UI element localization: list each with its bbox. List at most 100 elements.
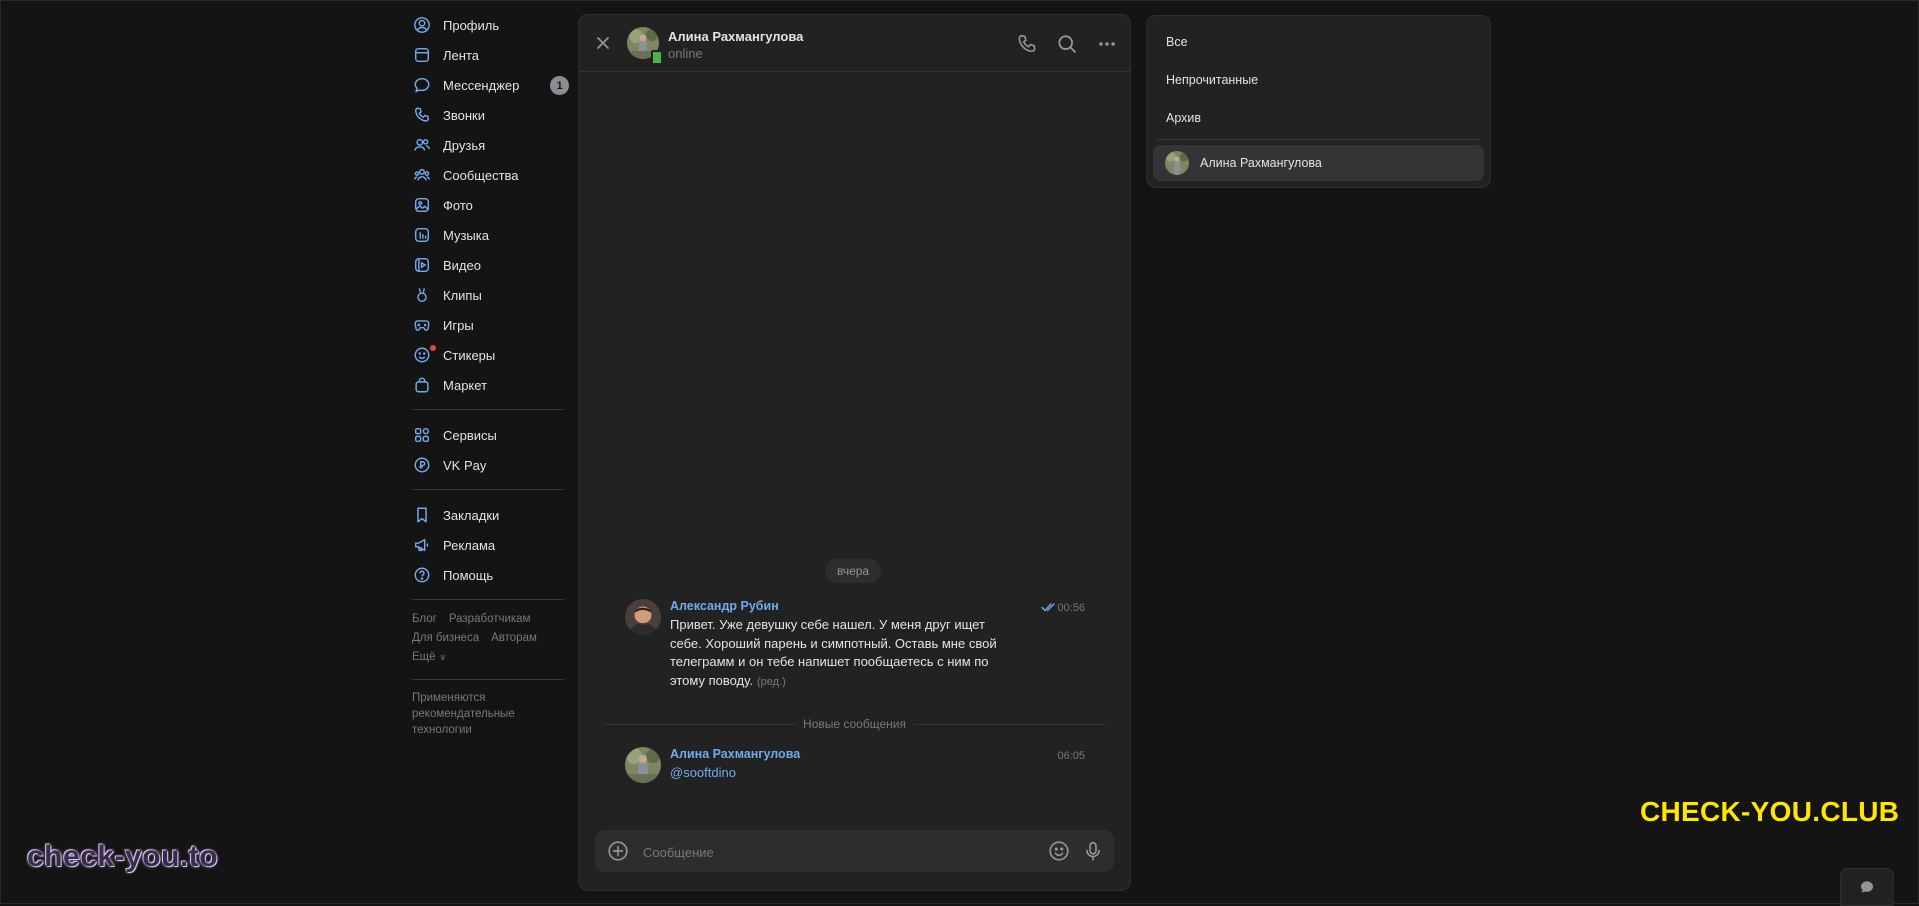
- communities-icon: [412, 165, 432, 185]
- emoji-icon[interactable]: [1048, 840, 1070, 862]
- sidebar-item-label: Помощь: [443, 567, 494, 583]
- message-time[interactable]: 00:56: [1057, 602, 1085, 614]
- message-text: Привет. Уже девушку себе нашел. У меня д…: [670, 616, 1020, 691]
- chat-window: Алина Рахмангулова online вчера Александ…: [578, 14, 1131, 891]
- message-time[interactable]: 06:05: [1057, 750, 1085, 762]
- footer-link-more-label: Ещё: [412, 651, 436, 663]
- sidebar-item-communities[interactable]: Сообщества: [412, 160, 572, 190]
- sidebar-item-label: Музыка: [443, 227, 489, 243]
- message-item: Александр Рубин 00:56 Привет. Уже девушк…: [625, 599, 1085, 699]
- sidebar-item-clips[interactable]: Клипы: [412, 280, 572, 310]
- sidebar-item-video[interactable]: Видео: [412, 250, 572, 280]
- chat-bubble-icon: [1859, 879, 1875, 895]
- sidebar-item-calls[interactable]: Звонки: [412, 100, 572, 130]
- footer-link-business[interactable]: Для бизнеса: [412, 632, 479, 644]
- sidebar-item-label: Друзья: [443, 137, 486, 153]
- sidebar-item-label: Лента: [443, 47, 479, 63]
- footer-link-developers[interactable]: Разработчикам: [449, 613, 531, 625]
- sidebar-item-label: Видео: [443, 257, 481, 273]
- sidebar-item-label: Звонки: [443, 107, 485, 123]
- filter-unread[interactable]: Непрочитанные: [1166, 73, 1258, 87]
- footer-link-authors[interactable]: Авторам: [491, 632, 537, 644]
- new-messages-divider: Новые сообщения: [603, 717, 1106, 731]
- footer-link-blog[interactable]: Блог: [412, 613, 437, 625]
- chevron-down-icon: ∨: [439, 652, 447, 662]
- filter-archive[interactable]: Архив: [1166, 111, 1201, 125]
- message-item: Алина Рахмангулова 06:05 @sooftdino: [625, 747, 1085, 791]
- message-input[interactable]: [641, 838, 1005, 866]
- new-indicator-dot: [430, 345, 436, 351]
- conversation-item-active[interactable]: Алина Рахмангулова: [1153, 145, 1484, 181]
- phone-icon: [412, 105, 432, 125]
- market-bag-icon: [412, 375, 432, 395]
- sidebar-item-messenger[interactable]: Мессенджер 1: [412, 70, 572, 100]
- chat-title[interactable]: Алина Рахмангулова: [668, 29, 803, 44]
- gamepad-icon: [412, 315, 432, 335]
- avatar: [1165, 151, 1189, 175]
- sidebar-item-label: Профиль: [443, 17, 500, 33]
- conversation-filters: Все Непрочитанные Архив Алина Рахмангуло…: [1146, 15, 1491, 188]
- conversation-name: Алина Рахмангулова: [1200, 156, 1322, 170]
- sidebar-item-label: Фото: [443, 197, 473, 213]
- chat-header: Алина Рахмангулова online: [579, 15, 1130, 72]
- clips-icon: [412, 285, 432, 305]
- left-sidebar: Профиль Лента Мессенджер 1 Звонки Друзья…: [412, 10, 572, 738]
- bookmark-icon: [412, 505, 432, 525]
- music-icon: [412, 225, 432, 245]
- services-grid-icon: [412, 425, 432, 445]
- close-icon[interactable]: [593, 33, 613, 53]
- sidebar-item-music[interactable]: Музыка: [412, 220, 572, 250]
- sidebar-item-profile[interactable]: Профиль: [412, 10, 572, 40]
- message-body: Привет. Уже девушку себе нашел. У меня д…: [670, 617, 997, 688]
- help-icon: [412, 565, 432, 585]
- watermark-left: check-you.to: [27, 840, 219, 873]
- unread-count-badge: 1: [550, 76, 569, 95]
- sidebar-item-label: Стикеры: [443, 347, 496, 363]
- message-author[interactable]: Алина Рахмангулова: [670, 747, 800, 761]
- message-icon: [412, 75, 432, 95]
- mobile-online-indicator: [651, 50, 663, 65]
- attach-plus-icon[interactable]: [607, 840, 629, 862]
- edited-mark: (ред.): [756, 675, 786, 688]
- message-composer: [595, 830, 1114, 872]
- message-text: @sooftdino: [670, 764, 1020, 783]
- sidebar-item-services[interactable]: Сервисы: [412, 420, 572, 450]
- sidebar-item-help[interactable]: Помощь: [412, 560, 572, 590]
- friends-icon: [412, 135, 432, 155]
- call-phone-icon[interactable]: [1016, 33, 1038, 55]
- chat-bubble-button[interactable]: [1840, 868, 1894, 906]
- read-double-check-icon: [1041, 601, 1057, 613]
- date-separator: вчера: [825, 559, 882, 583]
- more-dots-icon[interactable]: [1096, 33, 1118, 55]
- sidebar-item-market[interactable]: Маркет: [412, 370, 572, 400]
- message-author[interactable]: Александр Рубин: [670, 599, 779, 613]
- new-messages-label: Новые сообщения: [795, 717, 914, 731]
- sidebar-item-friends[interactable]: Друзья: [412, 130, 572, 160]
- photo-icon: [412, 195, 432, 215]
- mention-link[interactable]: @sooftdino: [670, 765, 736, 780]
- sidebar-item-label: Клипы: [443, 287, 482, 303]
- filters-divider: [1157, 139, 1480, 140]
- avatar[interactable]: [625, 599, 661, 635]
- sidebar-item-feed[interactable]: Лента: [412, 40, 572, 70]
- recommendation-tech-note[interactable]: Применяются рекомендательные технологии: [412, 690, 532, 738]
- microphone-icon[interactable]: [1082, 840, 1104, 862]
- sidebar-item-label: Сообщества: [443, 167, 519, 183]
- sidebar-item-stickers[interactable]: Стикеры: [412, 340, 572, 370]
- sidebar-item-label: Игры: [443, 317, 474, 333]
- sidebar-item-ads[interactable]: Реклама: [412, 530, 572, 560]
- sidebar-item-label: Закладки: [443, 507, 500, 523]
- footer-link-more[interactable]: Ещё ∨: [412, 651, 446, 663]
- sidebar-item-photos[interactable]: Фото: [412, 190, 572, 220]
- sidebar-item-vkpay[interactable]: VK Pay: [412, 450, 572, 480]
- sidebar-divider: [412, 409, 564, 410]
- filter-all[interactable]: Все: [1166, 35, 1188, 49]
- vkpay-icon: [412, 455, 432, 475]
- sidebar-item-games[interactable]: Игры: [412, 310, 572, 340]
- sidebar-item-bookmarks[interactable]: Закладки: [412, 500, 572, 530]
- sidebar-divider: [412, 679, 564, 680]
- avatar[interactable]: [625, 747, 661, 783]
- sidebar-item-label: Реклама: [443, 537, 496, 553]
- sidebar-item-label: VK Pay: [443, 457, 487, 473]
- search-icon[interactable]: [1056, 33, 1078, 55]
